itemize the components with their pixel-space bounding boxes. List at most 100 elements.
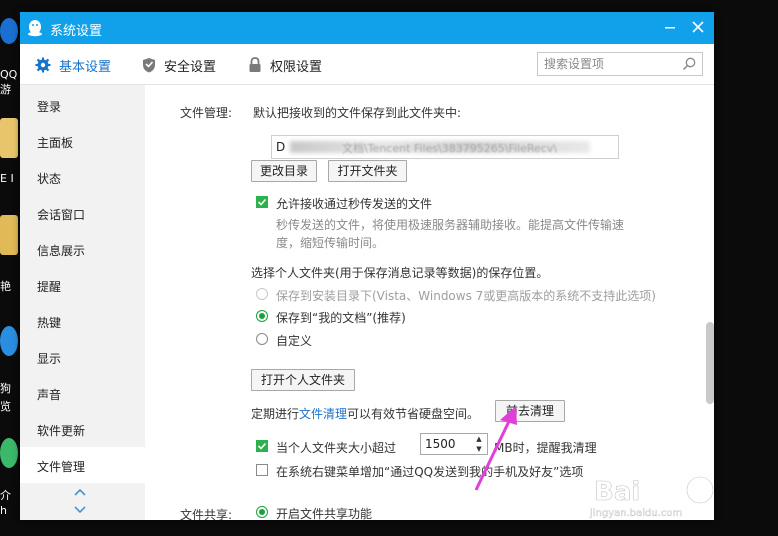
- watermark-text: Bai: [594, 477, 640, 507]
- desktop-label: 艳: [0, 280, 11, 293]
- save-path-prefix: D: [276, 140, 286, 154]
- lock-icon: [249, 57, 261, 72]
- chevron-up-icon[interactable]: [73, 487, 87, 497]
- baidu-watermark: Bai jingyan.baidu.com: [589, 476, 714, 519]
- sidebar-item-login[interactable]: 登录: [20, 87, 145, 123]
- desktop-label: 狗: [0, 382, 11, 395]
- search-box[interactable]: [537, 52, 703, 76]
- sidebar-item-label: 文件管理: [37, 460, 86, 474]
- minus-icon: [665, 27, 675, 29]
- save-folder-description: 默认把接收到的文件保存到此文件夹中:: [253, 106, 462, 120]
- sidebar-item-info-display[interactable]: 信息展示: [20, 231, 145, 267]
- close-icon: [692, 21, 704, 33]
- sidebar-item-reminder[interactable]: 提醒: [20, 267, 145, 303]
- qq-logo-icon: [28, 20, 42, 37]
- tab-label: 基本设置: [59, 59, 112, 75]
- sidebar-item-label: 状态: [37, 172, 62, 186]
- stepper-up-icon[interactable]: ▲: [471, 434, 487, 444]
- cleanup-text-prefix: 定期进行: [251, 407, 300, 421]
- save-to-my-documents-label[interactable]: 保存到“我的文档”(推荐): [276, 309, 406, 326]
- save-path-field: D 文档\Tencent Files\383795265\FileRecv\: [271, 135, 619, 159]
- top-nav: 基本设置 安全设置 权限设置: [20, 44, 714, 85]
- close-button[interactable]: [688, 18, 708, 38]
- sidebar-item-chat-window[interactable]: 会话窗口: [20, 195, 145, 231]
- gear-icon: [35, 57, 51, 73]
- settings-content: 文件管理: 默认把接收到的文件保存到此文件夹中: D 文档\Tencent Fi…: [145, 85, 714, 520]
- size-limit-stepper[interactable]: 1500 ▲ ▼: [420, 433, 488, 455]
- instant-transfer-description-2: 度，缩短传输时间。: [276, 236, 385, 250]
- sidebar-item-label: 提醒: [37, 280, 62, 294]
- file-cleanup-link[interactable]: 文件清理: [299, 407, 347, 421]
- scrollbar-track[interactable]: [704, 85, 714, 520]
- sidebar-item-software-update[interactable]: 软件更新: [20, 411, 145, 447]
- save-to-my-documents-radio[interactable]: [256, 310, 268, 322]
- folder-desktop-icon[interactable]: [0, 118, 18, 158]
- open-personal-folder-button[interactable]: 打开个人文件夹: [251, 369, 355, 391]
- custom-location-label[interactable]: 自定义: [276, 332, 312, 349]
- context-menu-checkbox[interactable]: [256, 464, 268, 476]
- tab-permission-settings[interactable]: 权限设置: [248, 55, 322, 75]
- app-desktop-icon[interactable]: [0, 438, 18, 468]
- desktop-label: E I: [0, 172, 14, 185]
- sidebar-item-label: 显示: [37, 352, 62, 366]
- sidebar-item-label: 软件更新: [37, 424, 86, 438]
- save-to-install-dir-radio[interactable]: [256, 288, 268, 300]
- save-to-install-dir-label[interactable]: 保存到安装目录下(Vista、Windows 7或更高版本的系统不支持此选项): [276, 287, 656, 304]
- enable-file-share-label[interactable]: 开启文件共享功能: [276, 505, 372, 520]
- title-bar[interactable]: 系统设置: [20, 12, 714, 44]
- open-folder-button[interactable]: 打开文件夹: [328, 160, 407, 182]
- cleanup-text-suffix: 可以有效节省硬盘空间。: [347, 407, 480, 421]
- search-input[interactable]: [544, 56, 674, 72]
- sidebar-item-display[interactable]: 显示: [20, 339, 145, 375]
- cleanup-description: 定期进行文件清理可以有效节省硬盘空间。: [251, 405, 479, 422]
- sidebar: 登录 主面板 状态 会话窗口 信息展示 提醒 热键 显示 声音 软件更新 文件管…: [20, 85, 145, 520]
- qq-desktop-icon[interactable]: [0, 18, 18, 44]
- sidebar-item-main-panel[interactable]: 主面板: [20, 123, 145, 159]
- sidebar-item-sound[interactable]: 声音: [20, 375, 145, 411]
- sidebar-item-file-management[interactable]: 文件管理: [20, 447, 145, 483]
- context-menu-label[interactable]: 在系统右键菜单增加“通过QQ发送到我的手机及好友”选项: [276, 463, 583, 480]
- stepper-down-icon[interactable]: ▼: [471, 444, 487, 454]
- change-directory-button[interactable]: 更改目录: [251, 160, 317, 182]
- allow-instant-transfer-label[interactable]: 允许接收通过秒传发送的文件: [276, 195, 432, 212]
- size-limit-value: 1500: [425, 437, 456, 451]
- sidebar-item-label: 热键: [37, 316, 62, 330]
- desktop-label: h: [0, 504, 7, 517]
- size-warning-prefix[interactable]: 当个人文件夹大小超过: [276, 439, 396, 456]
- sidebar-item-label: 信息展示: [37, 244, 86, 258]
- chevron-down-icon[interactable]: [73, 505, 87, 515]
- size-warning-suffix: MB时，提醒我清理: [494, 441, 597, 455]
- custom-location-radio[interactable]: [256, 333, 268, 345]
- search-icon[interactable]: [682, 57, 696, 71]
- file-share-label: 文件共享:: [180, 508, 233, 520]
- tab-label: 安全设置: [164, 59, 217, 75]
- tab-security-settings[interactable]: 安全设置: [142, 55, 216, 75]
- browser-desktop-icon[interactable]: [0, 326, 18, 356]
- size-warning-checkbox[interactable]: [256, 440, 268, 452]
- instant-transfer-description-1: 秒传发送的文件，将使用极速服务器辅助接收。能提高文件传输速: [276, 218, 625, 232]
- checkmark-icon: [257, 442, 267, 450]
- sidebar-item-hotkeys[interactable]: 热键: [20, 303, 145, 339]
- minimize-button[interactable]: [660, 18, 680, 38]
- desktop-label: QQ游: [0, 68, 18, 96]
- stepper-arrows[interactable]: ▲ ▼: [471, 434, 487, 454]
- personal-folder-description: 选择个人文件夹(用于保存消息记录等数据)的保存位置。: [251, 266, 549, 280]
- checkmark-icon: [257, 198, 267, 206]
- sidebar-item-label: 声音: [37, 388, 62, 402]
- shield-icon: [143, 58, 155, 73]
- desktop-label: 览: [0, 400, 11, 413]
- file-management-label: 文件管理:: [180, 106, 233, 120]
- allow-instant-transfer-checkbox[interactable]: [256, 196, 268, 208]
- scrollbar-thumb[interactable]: [706, 322, 714, 404]
- watermark-subtext: jingyan.baidu.com: [589, 508, 682, 519]
- sidebar-item-status[interactable]: 状态: [20, 159, 145, 195]
- window-title: 系统设置: [50, 24, 103, 39]
- tab-label: 权限设置: [270, 59, 323, 75]
- sidebar-item-label: 会话窗口: [37, 208, 86, 222]
- sidebar-item-label: 主面板: [37, 136, 74, 150]
- go-to-cleanup-button[interactable]: 前去清理: [495, 400, 565, 422]
- tab-basic-settings[interactable]: 基本设置: [35, 55, 111, 75]
- folder-desktop-icon[interactable]: [0, 215, 18, 255]
- sidebar-item-label: 登录: [37, 100, 62, 114]
- enable-file-share-radio[interactable]: [256, 506, 268, 518]
